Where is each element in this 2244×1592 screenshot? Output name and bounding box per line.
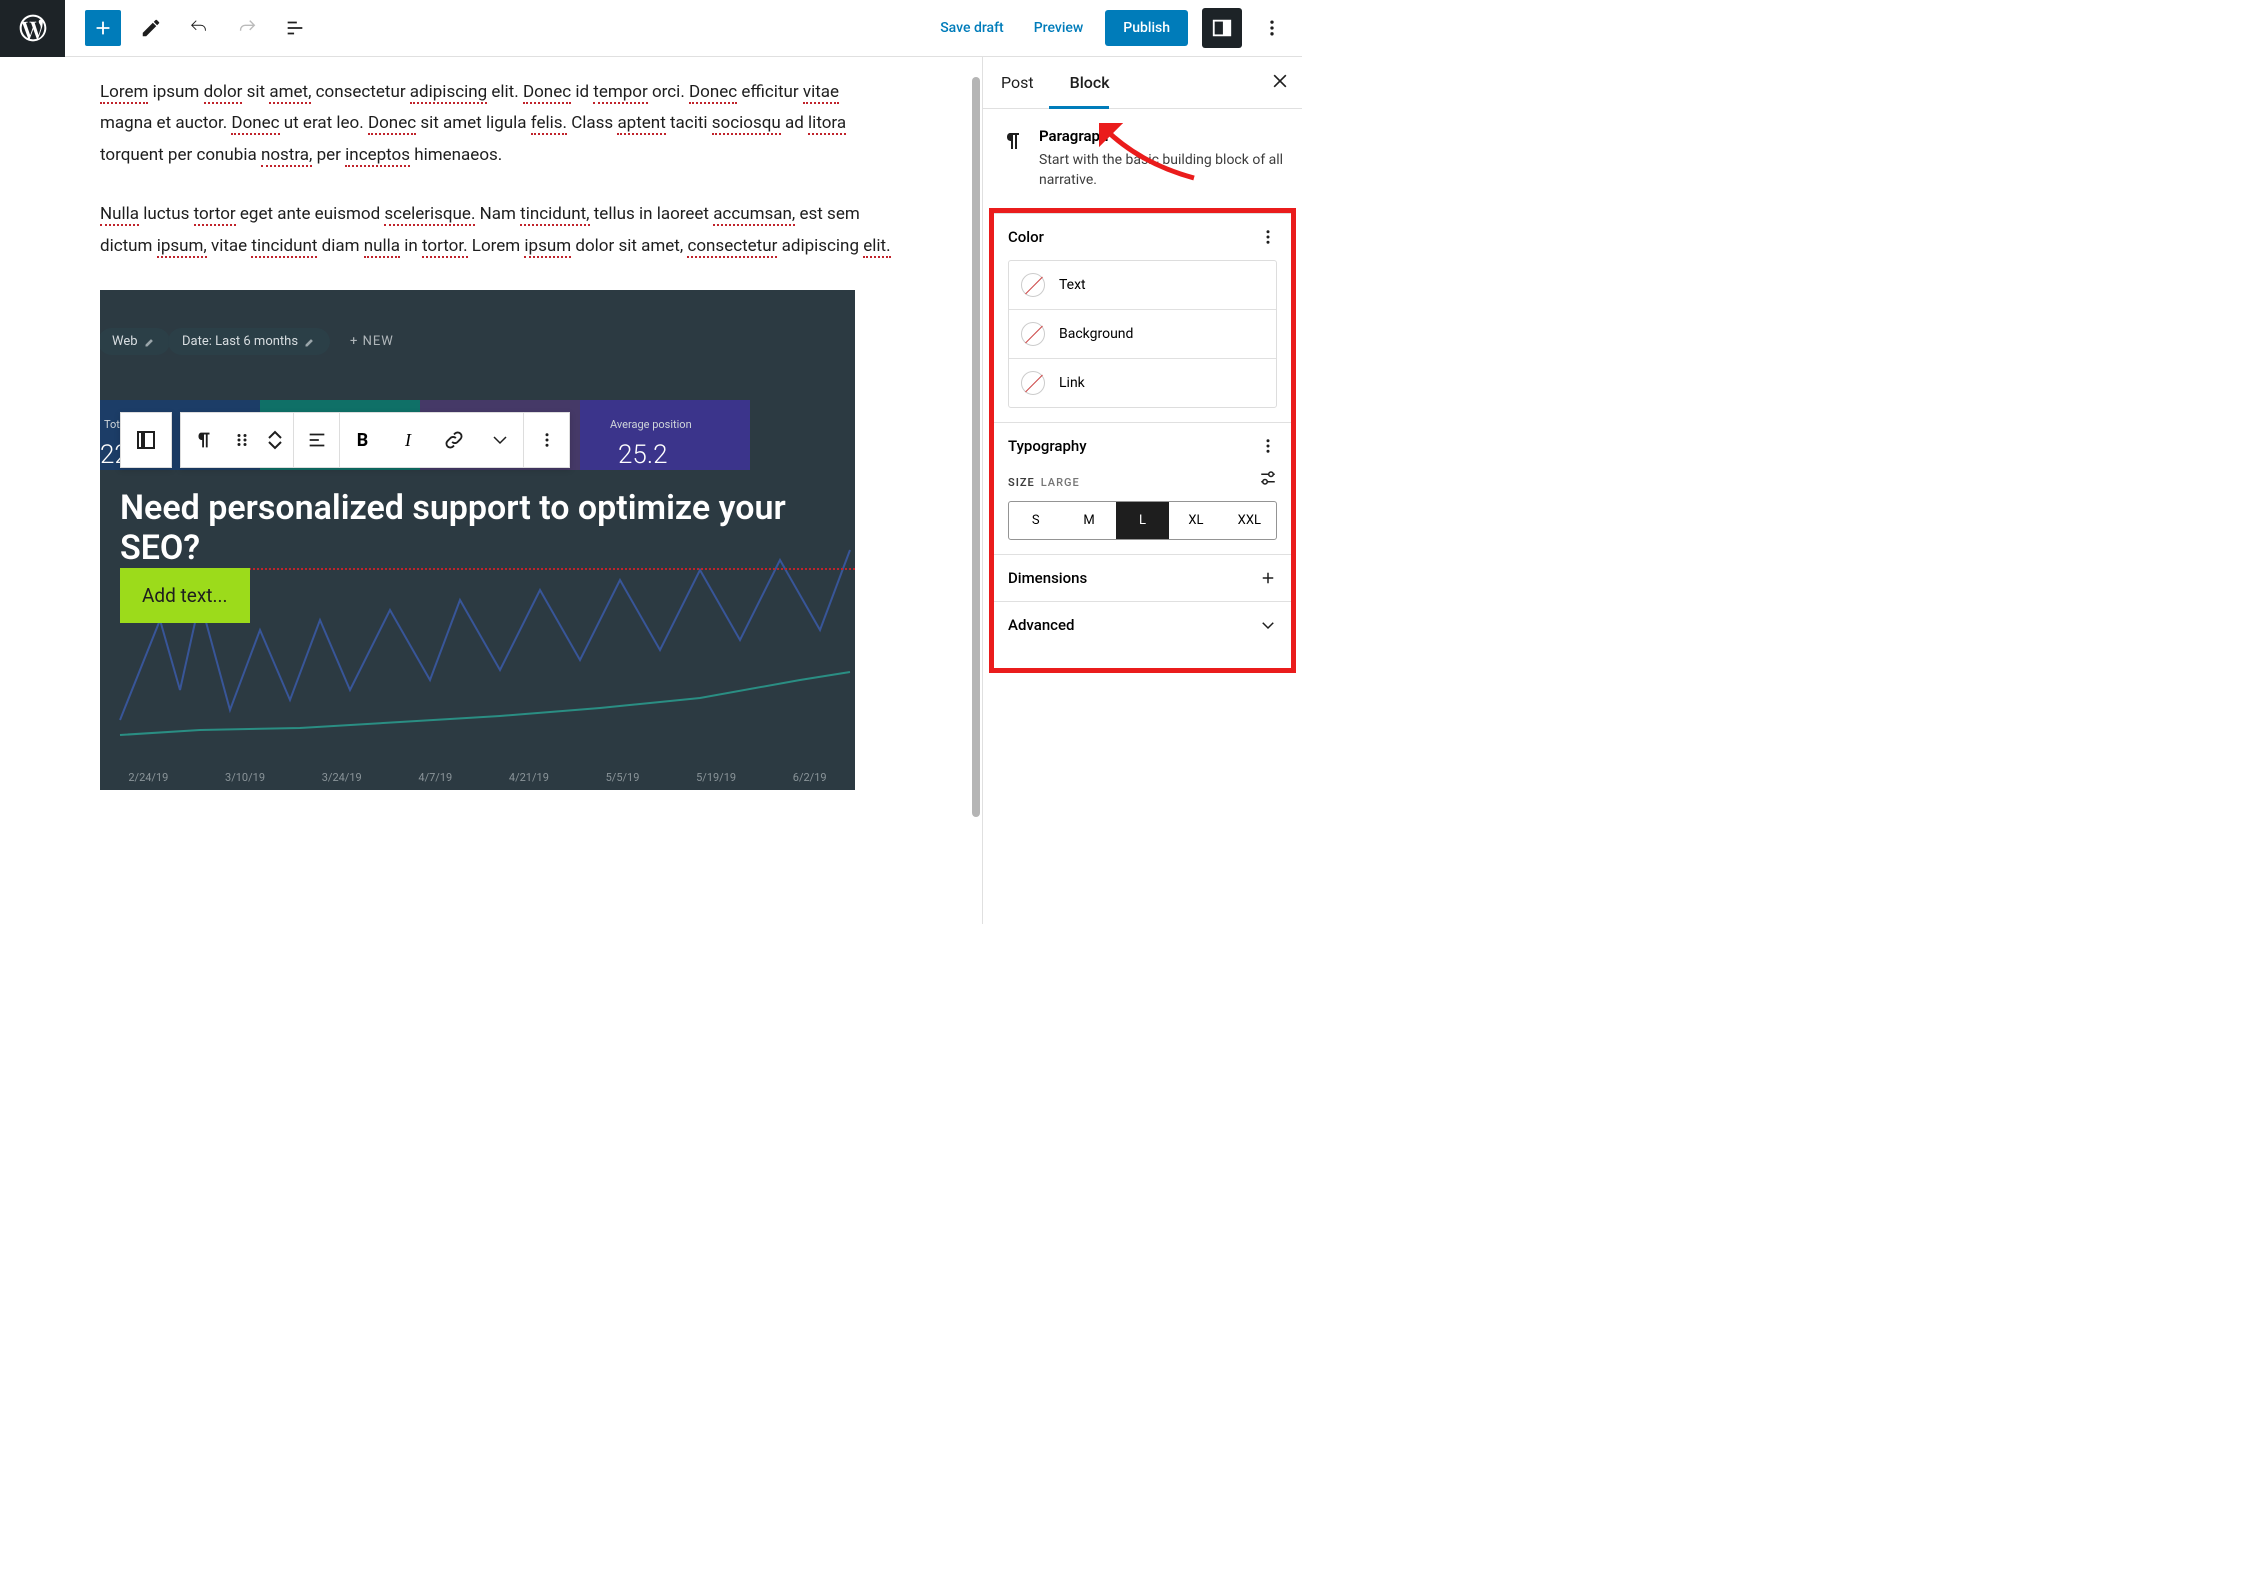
dimensions-panel-header[interactable]: Dimensions <box>994 555 1291 601</box>
block-toolbar: B I <box>120 412 570 468</box>
size-l[interactable]: L <box>1116 502 1169 539</box>
drag-handle[interactable] <box>227 413 257 467</box>
paragraph-block-2[interactable]: Nulla luctus tortor eget ante euismod sc… <box>100 199 892 262</box>
size-xl[interactable]: XL <box>1169 502 1222 539</box>
more-icon[interactable] <box>1259 228 1277 246</box>
color-link-row[interactable]: Link <box>1009 358 1276 407</box>
cover-heading-text[interactable]: Need personalized support to optimize yo… <box>120 488 855 570</box>
dimensions-panel: Dimensions <box>994 554 1291 601</box>
add-text-placeholder[interactable]: Add text... <box>120 568 250 623</box>
none-swatch-icon <box>1021 371 1045 395</box>
size-xxl[interactable]: XXL <box>1223 502 1276 539</box>
settings-panel-toggle[interactable] <box>1202 8 1242 48</box>
move-up-button[interactable] <box>268 430 282 440</box>
filter-pill-date: Date: Last 6 months <box>168 328 330 355</box>
editor-canvas[interactable]: Lorem ipsum dolor sit amet, consectetur … <box>0 57 982 924</box>
highlighted-panels: Color Text Background Link Typography SI… <box>989 208 1296 673</box>
chevron-down-icon <box>1259 616 1277 634</box>
paragraph-block-1[interactable]: Lorem ipsum dolor sit amet, consectetur … <box>100 77 892 171</box>
save-draft-button[interactable]: Save draft <box>932 14 1012 42</box>
size-s[interactable]: S <box>1009 502 1062 539</box>
redo-button[interactable] <box>229 10 265 46</box>
block-type-button[interactable] <box>121 413 171 467</box>
none-swatch-icon <box>1021 322 1045 346</box>
editor-topbar: Save draft Preview Publish <box>0 0 1302 57</box>
add-block-button[interactable] <box>85 10 121 46</box>
italic-button[interactable]: I <box>385 413 431 467</box>
block-options-button[interactable] <box>523 413 569 467</box>
font-size-picker: S M L XL XXL <box>1008 501 1277 540</box>
preview-button[interactable]: Preview <box>1026 14 1092 42</box>
tab-block[interactable]: Block <box>1052 57 1128 108</box>
size-m[interactable]: M <box>1062 502 1115 539</box>
typography-panel: Typography SIZELARGE S M L XL XXL <box>994 422 1291 554</box>
cover-block[interactable]: Web Date: Last 6 months + NEW Tot 223 17… <box>100 290 855 790</box>
options-button[interactable] <box>1256 12 1288 44</box>
scrollbar[interactable] <box>972 77 980 817</box>
advanced-panel-header[interactable]: Advanced <box>994 602 1291 648</box>
color-background-row[interactable]: Background <box>1009 309 1276 358</box>
tab-post[interactable]: Post <box>983 57 1052 108</box>
annotation-arrow <box>1099 123 1199 183</box>
filter-pill-web: Web <box>100 328 170 355</box>
settings-sidebar: Post Block Paragraph Start with the basi… <box>982 57 1302 924</box>
color-panel: Color Text Background Link <box>994 213 1291 408</box>
bold-button[interactable]: B <box>339 413 385 467</box>
publish-button[interactable]: Publish <box>1105 10 1188 46</box>
sidebar-tabs: Post Block <box>983 57 1302 109</box>
link-button[interactable] <box>431 413 477 467</box>
move-down-button[interactable] <box>268 440 282 450</box>
paragraph-icon <box>1001 129 1025 190</box>
color-panel-header[interactable]: Color <box>994 214 1291 260</box>
advanced-panel: Advanced <box>994 601 1291 648</box>
paragraph-icon-button[interactable] <box>181 413 227 467</box>
align-button[interactable] <box>293 413 339 467</box>
color-text-row[interactable]: Text <box>1009 261 1276 309</box>
typography-panel-header[interactable]: Typography <box>994 423 1291 469</box>
document-overview-button[interactable] <box>277 10 313 46</box>
new-filter-label: + NEW <box>350 334 394 349</box>
plus-icon[interactable] <box>1259 569 1277 587</box>
undo-button[interactable] <box>181 10 217 46</box>
more-icon[interactable] <box>1259 437 1277 455</box>
close-sidebar-button[interactable] <box>1270 71 1290 95</box>
edit-tool-button[interactable] <box>133 10 169 46</box>
custom-size-toggle[interactable] <box>1259 469 1277 491</box>
none-swatch-icon <box>1021 273 1045 297</box>
more-format-button[interactable] <box>477 413 523 467</box>
wordpress-logo[interactable] <box>0 0 65 57</box>
